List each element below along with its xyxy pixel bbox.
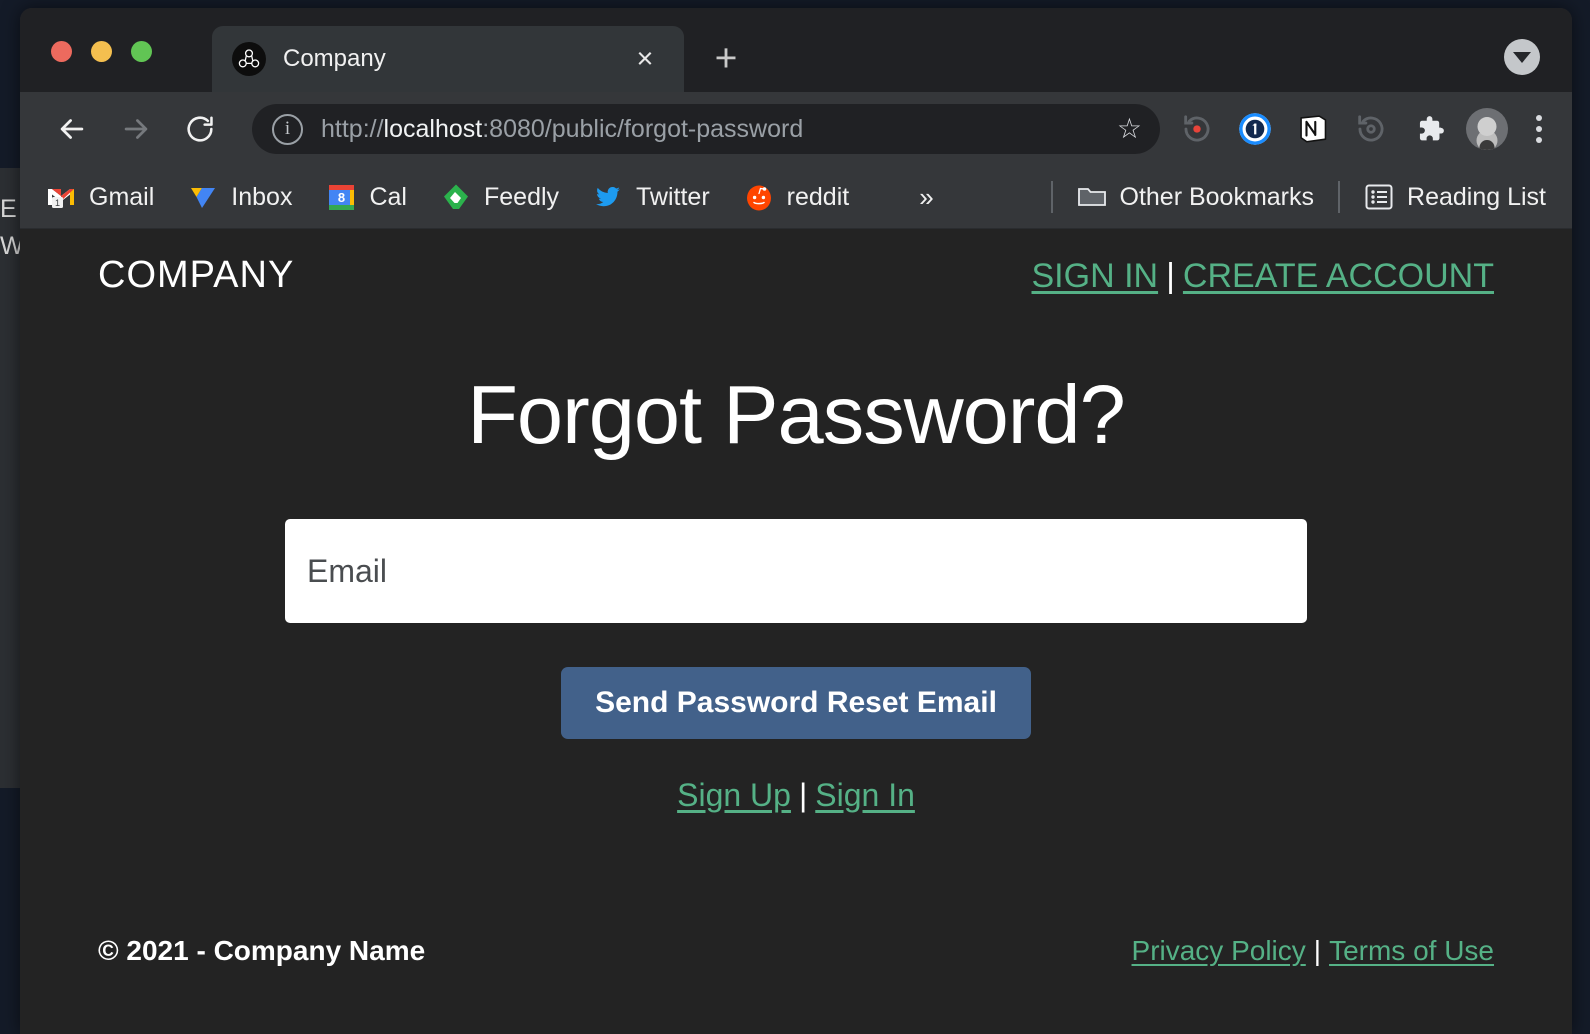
reading-list-button[interactable]: Reading List — [1364, 182, 1546, 212]
send-password-reset-email-button[interactable]: Send Password Reset Email — [561, 667, 1031, 739]
other-bookmarks-button[interactable]: Other Bookmarks — [1077, 182, 1315, 212]
recorder-icon[interactable] — [1350, 108, 1392, 150]
bookmark-twitter[interactable]: Twitter — [593, 182, 710, 212]
footer-links: Privacy Policy | Terms of Use — [1132, 935, 1494, 967]
address-bar[interactable]: i http://localhost:8080/public/forgot-pa… — [252, 104, 1160, 154]
bookmark-gmail[interactable]: 1 Gmail — [46, 182, 154, 212]
email-field[interactable] — [285, 519, 1307, 623]
bookmark-reddit[interactable]: reddit — [744, 182, 850, 212]
sign-in-link-secondary[interactable]: Sign In — [815, 777, 915, 813]
chevron-down-circle-icon[interactable] — [1504, 39, 1540, 75]
notion-icon[interactable] — [1292, 108, 1334, 150]
reload-icon[interactable] — [174, 103, 226, 155]
feedly-icon — [441, 182, 471, 212]
footer-separator: | — [1313, 935, 1322, 966]
bookmark-label: Gmail — [89, 182, 155, 211]
brand-logo[interactable]: COMPANY — [98, 254, 294, 297]
create-account-link[interactable]: CREATE ACCOUNT — [1183, 257, 1494, 295]
bookmark-label: Feedly — [483, 182, 560, 211]
gmail-icon: 1 — [46, 182, 76, 212]
page-content: COMPANY SIGN IN | CREATE ACCOUNT Forgot Pa… — [20, 229, 1572, 1034]
onepassword-icon[interactable] — [1234, 108, 1276, 150]
url-host: localhost — [383, 114, 483, 143]
maximize-window-button[interactable] — [131, 41, 152, 62]
google-calendar-icon: 8 — [326, 182, 356, 212]
page-title: Forgot Password? — [467, 368, 1126, 461]
privacy-policy-link[interactable]: Privacy Policy — [1132, 935, 1306, 966]
bookmark-label: Twitter — [636, 182, 710, 211]
bookmarks-bar: 1 Gmail Inbox 8 Cal Feedly Twitter reddi… — [20, 166, 1572, 229]
window-controls — [51, 41, 152, 62]
other-bookmarks-label: Other Bookmarks — [1119, 182, 1315, 211]
background-text-fragment-1: E — [0, 195, 17, 223]
nav-separator: | — [1166, 257, 1175, 295]
star-icon[interactable]: ☆ — [1117, 115, 1142, 143]
site-footer: © 2021 - Company Name Privacy Policy | Ter… — [20, 935, 1572, 983]
url-suffix: :8080/public/forgot-password — [482, 114, 804, 143]
svg-text:1: 1 — [55, 198, 60, 208]
svg-text:8: 8 — [338, 190, 345, 205]
url-prefix: http:// — [321, 114, 384, 143]
reading-list-label: Reading List — [1407, 182, 1546, 211]
reddit-icon — [744, 182, 774, 212]
bookmark-cal[interactable]: 8 Cal — [326, 182, 407, 212]
reading-list-icon — [1364, 182, 1394, 212]
minimize-window-button[interactable] — [91, 41, 112, 62]
site-info-icon[interactable]: i — [272, 113, 303, 145]
forward-arrow-icon — [110, 103, 162, 155]
alt-auth-links: Sign Up | Sign In — [20, 777, 1572, 814]
puzzle-extensions-icon[interactable] — [1408, 108, 1450, 150]
browser-toolbar: i http://localhost:8080/public/forgot-pa… — [20, 92, 1572, 166]
site-header: COMPANY SIGN IN | CREATE ACCOUNT — [20, 229, 1572, 339]
browser-window: Company × + i http://localhost:8080/publ… — [20, 8, 1572, 1034]
tab-strip: Company × + — [20, 8, 1572, 92]
bookmark-label: reddit — [786, 182, 850, 211]
close-window-button[interactable] — [51, 41, 72, 62]
recorder-record-icon[interactable] — [1176, 108, 1218, 150]
bookmark-inbox[interactable]: Inbox — [188, 182, 292, 212]
tab-title: Company — [283, 45, 386, 72]
close-icon[interactable]: × — [628, 42, 662, 76]
twitter-icon — [593, 182, 623, 212]
molecule-icon — [232, 42, 266, 76]
extensions-area — [1176, 108, 1572, 150]
sign-in-link[interactable]: SIGN IN — [1032, 257, 1159, 295]
url-text: http://localhost:8080/public/forgot-pass… — [321, 115, 1107, 144]
back-arrow-icon[interactable] — [46, 103, 98, 155]
bookmark-label: Cal — [369, 182, 407, 211]
sign-up-link[interactable]: Sign Up — [677, 777, 791, 813]
kebab-menu-icon[interactable] — [1524, 115, 1554, 143]
bookmarks-overflow-button[interactable]: » — [919, 182, 933, 213]
divider — [1338, 181, 1341, 213]
bookmark-label: Inbox — [231, 182, 293, 211]
alt-links-separator: | — [798, 777, 808, 813]
folder-icon — [1077, 182, 1107, 212]
divider — [1050, 181, 1053, 213]
avatar[interactable] — [1466, 108, 1508, 150]
copyright-text: © 2021 - Company Name — [98, 935, 426, 966]
new-tab-button[interactable]: + — [706, 39, 746, 80]
terms-of-use-link[interactable]: Terms of Use — [1329, 935, 1494, 966]
forgot-password-form: Forgot Password? Send Password Reset Ema… — [20, 339, 1572, 814]
bookmark-feedly[interactable]: Feedly — [441, 182, 559, 212]
header-nav: SIGN IN | CREATE ACCOUNT — [1032, 257, 1495, 296]
browser-tab[interactable]: Company × — [212, 26, 684, 92]
inbox-icon — [188, 182, 218, 212]
bookmarks-bar-right: Other Bookmarks Reading List — [1027, 181, 1559, 213]
